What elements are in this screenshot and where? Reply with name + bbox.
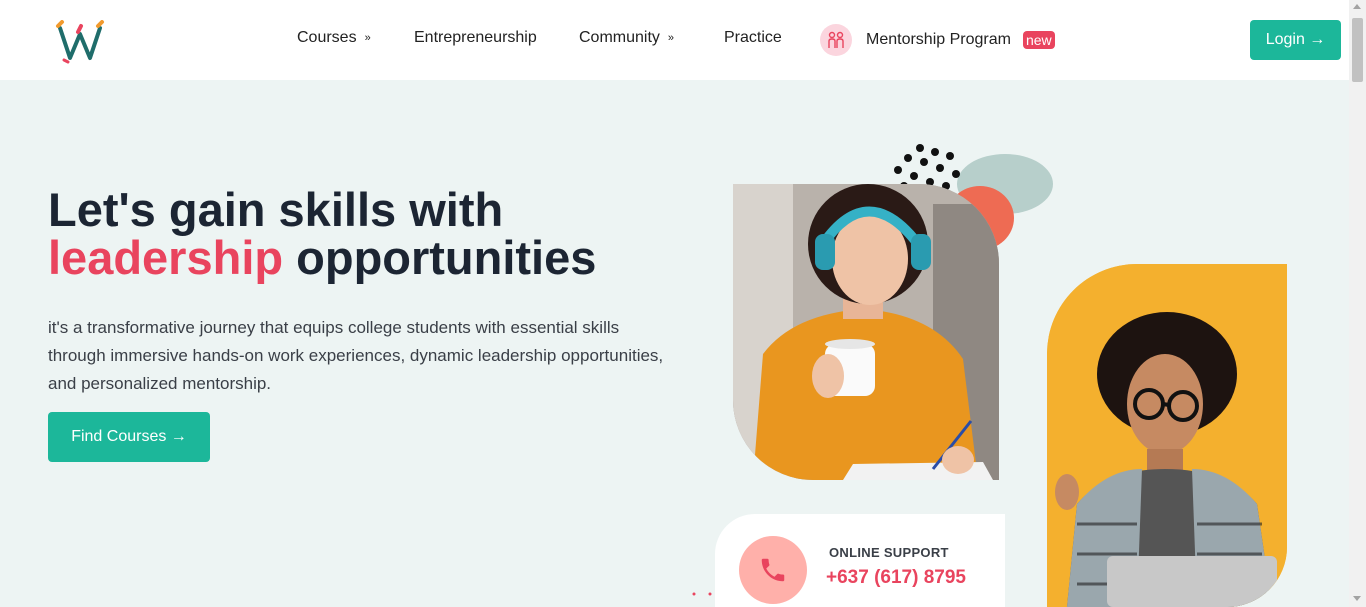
support-label: ONLINE SUPPORT (829, 545, 949, 560)
support-phone-number[interactable]: +637 (617) 8795 (826, 567, 966, 589)
phone-icon (739, 536, 807, 604)
logo-icon (56, 20, 104, 64)
people-icon (820, 24, 852, 56)
nav-mentorship-label: Mentorship Program (866, 31, 1011, 48)
student-photo-glasses (1047, 264, 1287, 607)
nav-courses[interactable]: Courses » (297, 29, 371, 47)
chevron-double-down-icon: » (364, 31, 371, 44)
chevron-double-down-icon: » (667, 31, 675, 44)
scroll-up-arrow-icon[interactable] (1353, 4, 1361, 9)
site-header: Courses » Entrepreneurship Community » P… (0, 0, 1349, 80)
login-button[interactable]: Login → (1250, 20, 1341, 60)
nav-entrepreneurship[interactable]: Entrepreneurship (414, 29, 537, 47)
nav-courses-label: Courses (297, 29, 357, 46)
hero-title: Let's gain skills with leadership opport… (48, 186, 596, 282)
hero-title-accent: leadership (48, 231, 284, 284)
hero-title-rest: opportunities (283, 231, 597, 284)
online-support-card[interactable]: ONLINE SUPPORT +637 (617) 8795 (715, 514, 1005, 607)
nav-community-label: Community (579, 29, 660, 46)
nav-mentorship[interactable]: Mentorship Program new (820, 24, 1055, 56)
page-scrollbar[interactable] (1349, 0, 1366, 607)
new-badge: new (1022, 31, 1055, 49)
scroll-thumb[interactable] (1352, 18, 1363, 82)
nav-practice-label: Practice (724, 29, 782, 46)
hero-title-line1: Let's gain skills with (48, 183, 504, 236)
find-courses-button[interactable]: Find Courses → (48, 412, 210, 462)
nav-practice[interactable]: Practice (724, 29, 782, 47)
nav-entrepreneurship-label: Entrepreneurship (414, 29, 537, 46)
site-logo[interactable] (54, 20, 108, 64)
nav-community[interactable]: Community » (579, 29, 674, 47)
scroll-down-arrow-icon[interactable] (1353, 596, 1361, 601)
decorative-dots (692, 592, 712, 596)
hero-description: it's a transformative journey that equip… (48, 318, 664, 393)
student-photo-headphones (733, 184, 999, 480)
